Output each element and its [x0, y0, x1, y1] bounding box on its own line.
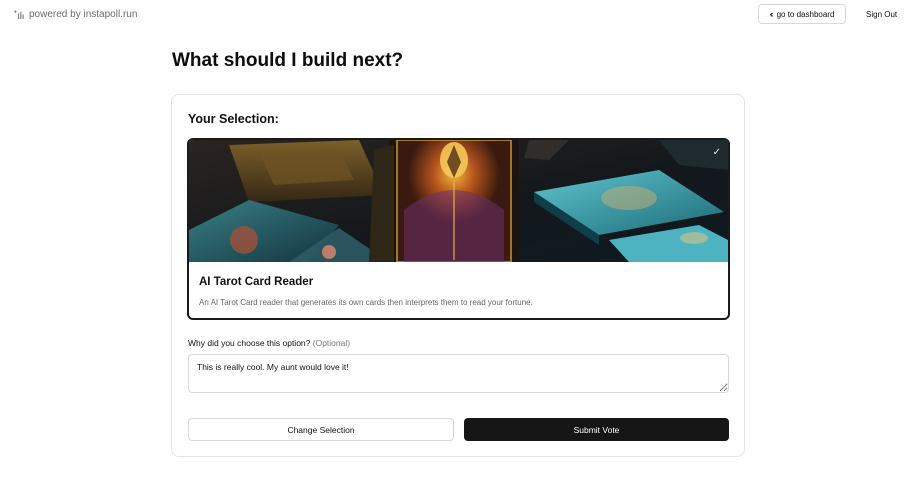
powered-by-brand[interactable]: powered by instapoll.run: [13, 9, 137, 20]
option-description: An AI Tarot Card reader that generates i…: [199, 298, 533, 307]
submit-vote-button[interactable]: Submit Vote: [464, 418, 729, 441]
brand-text: powered by instapoll.run: [29, 9, 138, 20]
dashboard-label: go to dashboard: [776, 9, 835, 19]
check-icon: ✓: [712, 147, 721, 158]
optional-hint: (Optional): [312, 338, 351, 348]
selected-option-card[interactable]: ✓ AI Tarot Card Reader An AI Tarot Card …: [187, 138, 730, 320]
chevrons-left-icon: ‹‹: [769, 8, 774, 19]
option-title: AI Tarot Card Reader: [199, 276, 314, 288]
sparkle-bars-icon: [13, 9, 24, 20]
vote-card: Your Selection: ✓ AI Tarot Card Reader A…: [171, 94, 745, 457]
selection-heading: Your Selection:: [188, 112, 279, 126]
change-selection-button[interactable]: Change Selection: [188, 418, 454, 441]
sign-out-link[interactable]: Sign Out: [866, 10, 897, 19]
reason-label: Why did you choose this option? (Optiona…: [188, 338, 350, 348]
page-title: What should I build next?: [172, 50, 404, 71]
reason-textarea[interactable]: This is really cool. My aunt would love …: [188, 354, 729, 393]
top-bar: powered by instapoll.run ‹‹ go to dashbo…: [0, 0, 916, 30]
reason-label-text: Why did you choose this option?: [188, 338, 311, 348]
option-image: [189, 140, 728, 262]
go-to-dashboard-button[interactable]: ‹‹ go to dashboard: [758, 4, 846, 24]
